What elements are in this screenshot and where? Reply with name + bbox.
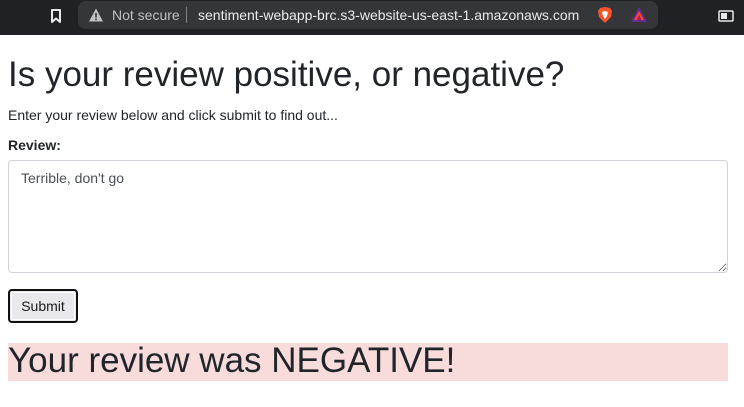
- brave-shield-icon[interactable]: [596, 6, 614, 24]
- submit-button[interactable]: Submit: [8, 289, 78, 323]
- security-status-label[interactable]: Not secure: [112, 7, 180, 23]
- omnibox-separator: [186, 7, 187, 23]
- instructions-text: Enter your review below and click submit…: [8, 107, 338, 123]
- bookmark-icon: [51, 9, 61, 23]
- url-text[interactable]: sentiment-webapp-brc.s3-website-us-east-…: [198, 7, 579, 23]
- bookmark-button[interactable]: [46, 6, 66, 26]
- result-text: Your review was NEGATIVE!: [8, 341, 456, 380]
- address-bar[interactable]: Not secure sentiment-webapp-brc.s3-websi…: [78, 1, 658, 29]
- page-title: Is your review positive, or negative?: [8, 55, 565, 94]
- warning-icon[interactable]: [88, 7, 104, 23]
- review-textarea[interactable]: Terrible, don't go: [8, 160, 728, 273]
- brave-rewards-icon[interactable]: [630, 6, 648, 24]
- extensions-icon[interactable]: [718, 8, 734, 24]
- browser-toolbar: Not secure sentiment-webapp-brc.s3-websi…: [0, 0, 744, 35]
- result-banner: Your review was NEGATIVE!: [8, 341, 728, 381]
- review-label: Review:: [8, 137, 61, 153]
